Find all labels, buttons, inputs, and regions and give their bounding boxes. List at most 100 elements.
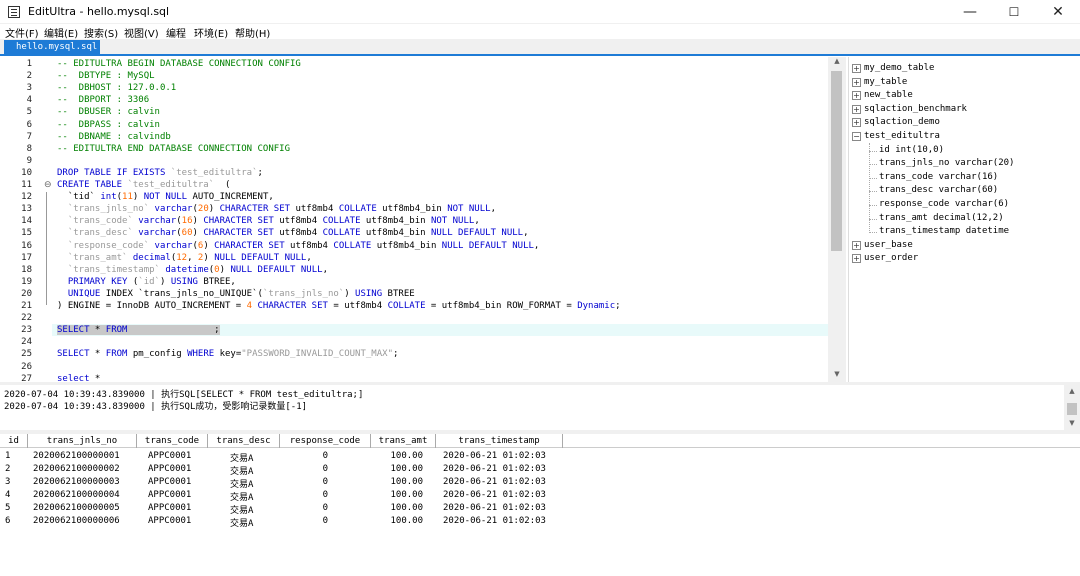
code-line[interactable]: `trans_amt` decimal(12, 2) NULL DEFAULT … <box>57 253 312 263</box>
code-editor[interactable]: 1 2 3 4 5 6 7 8 9 10 11 12 13 14 15 16 17 18 19 20 21 22 23 24 2… <box>0 57 846 382</box>
grid-cell[interactable]: 2 <box>5 464 10 474</box>
code-line[interactable]: `trans_timestamp` datetime(0) NULL DEFAU… <box>57 265 328 275</box>
fold-collapse-icon[interactable]: ⊖ <box>44 181 52 190</box>
grid-cell[interactable]: 2020-06-21 01:02:03 <box>443 451 546 461</box>
tree-column-item[interactable]: trans_jnls_no varchar(20) <box>879 158 1014 168</box>
tree-table-item[interactable]: new_table <box>864 90 913 100</box>
grid-cell[interactable]: 100.00 <box>371 477 423 487</box>
grid-cell[interactable]: APPC0001 <box>148 477 191 487</box>
grid-cell[interactable]: 100.00 <box>371 516 423 526</box>
grid-cell[interactable]: 2020062100000003 <box>33 477 120 487</box>
grid-cell[interactable]: 交易A <box>230 464 253 477</box>
grid-cell[interactable]: 100.00 <box>371 464 423 474</box>
grid-cell[interactable]: 2020062100000005 <box>33 503 120 513</box>
code-line[interactable]: -- DBTYPE : MySQL <box>57 71 155 81</box>
code-line[interactable]: select * <box>57 374 100 382</box>
menu-help[interactable]: 帮助(H) <box>235 25 270 40</box>
grid-cell[interactable]: 100.00 <box>371 503 423 513</box>
grid-cell[interactable]: 3 <box>5 477 10 487</box>
code-line[interactable]: DROP TABLE IF EXISTS `test_editultra`; <box>57 168 263 178</box>
menu-programming[interactable]: 编程 <box>166 25 186 40</box>
grid-cell[interactable]: 6 <box>5 516 10 526</box>
grid-cell[interactable]: 0 <box>280 490 328 500</box>
code-line[interactable]: `tid` int(11) NOT NULL AUTO_INCREMENT, <box>57 192 274 202</box>
tree-column-item[interactable]: trans_desc varchar(60) <box>879 185 998 195</box>
tree-column-item[interactable]: id int(10,0) <box>879 145 944 155</box>
grid-cell[interactable]: 0 <box>280 451 328 461</box>
grid-cell[interactable]: 0 <box>280 464 328 474</box>
scroll-up-arrow-icon[interactable]: ▲ <box>828 57 846 65</box>
grid-cell[interactable]: 2020-06-21 01:02:03 <box>443 464 546 474</box>
grid-column-header[interactable]: response_code <box>280 434 371 448</box>
code-line[interactable]: `trans_jnls_no` varchar(20) CHARACTER SE… <box>57 204 496 214</box>
grid-cell[interactable]: APPC0001 <box>148 490 191 500</box>
editor-scroll-thumb[interactable] <box>831 71 842 251</box>
minimize-button[interactable]: — <box>948 0 992 24</box>
editor-vertical-scrollbar[interactable]: ▲ ▼ <box>828 57 846 382</box>
grid-cell[interactable]: 2020062100000006 <box>33 516 120 526</box>
result-grid[interactable]: id trans_jnls_no trans_code trans_desc respo… <box>0 434 1080 576</box>
grid-cell[interactable]: 2020-06-21 01:02:03 <box>443 477 546 487</box>
tree-column-item[interactable]: trans_timestamp datetime <box>879 226 1009 236</box>
code-line[interactable]: CREATE TABLE `test_editultra` ( <box>57 180 230 190</box>
grid-cell[interactable]: 交易A <box>230 451 253 464</box>
code-line[interactable]: -- DBHOST : 127.0.0.1 <box>57 83 176 93</box>
tree-column-item[interactable]: trans_amt decimal(12,2) <box>879 213 1004 223</box>
grid-cell[interactable]: 交易A <box>230 516 253 529</box>
tree-table-item[interactable]: sqlaction_demo <box>864 117 940 127</box>
tree-table-item[interactable]: user_base <box>864 240 913 250</box>
scroll-up-arrow-icon[interactable]: ▲ <box>1064 387 1080 395</box>
log-vertical-scrollbar[interactable]: ▲ ▼ <box>1064 385 1080 430</box>
grid-cell[interactable]: 2020-06-21 01:02:03 <box>443 503 546 513</box>
tree-expand-icon[interactable]: + <box>852 64 861 73</box>
menu-view[interactable]: 视图(V) <box>124 25 159 40</box>
tab-hello-mysql-sql[interactable]: hello.mysql.sql <box>4 40 100 56</box>
tree-table-item[interactable]: my_demo_table <box>864 63 934 73</box>
tree-collapse-icon[interactable]: − <box>852 132 861 141</box>
code-line[interactable]: UNIQUE INDEX `trans_jnls_no_UNIQUE`(`tra… <box>57 289 415 299</box>
tree-table-item[interactable]: user_order <box>864 253 918 263</box>
code-line[interactable]: -- DBNAME : calvindb <box>57 132 171 142</box>
grid-column-header[interactable]: trans_timestamp <box>436 434 563 448</box>
grid-cell[interactable]: 交易A <box>230 503 253 516</box>
grid-cell[interactable]: APPC0001 <box>148 464 191 474</box>
close-button[interactable]: ✕ <box>1036 0 1080 24</box>
grid-cell[interactable]: 2020-06-21 01:02:03 <box>443 490 546 500</box>
grid-cell[interactable]: 2020062100000001 <box>33 451 120 461</box>
tree-column-item[interactable]: trans_code varchar(16) <box>879 172 998 182</box>
grid-cell[interactable]: 0 <box>280 503 328 513</box>
tree-expand-icon[interactable]: + <box>852 118 861 128</box>
grid-column-header[interactable]: trans_amt <box>371 434 436 448</box>
code-line[interactable]: `response_code` varchar(6) CHARACTER SET… <box>57 241 540 251</box>
grid-column-header[interactable]: trans_code <box>137 434 208 448</box>
menu-file[interactable]: 文件(F) <box>5 25 39 40</box>
code-line[interactable]: ) ENGINE = InnoDB AUTO_INCREMENT = 4 CHA… <box>57 301 621 311</box>
grid-column-header[interactable]: id <box>0 434 28 448</box>
grid-cell[interactable]: 2020062100000002 <box>33 464 120 474</box>
code-line[interactable]: -- EDITULTRA BEGIN DATABASE CONNECTION C… <box>57 59 301 69</box>
grid-cell[interactable]: 1 <box>5 451 10 461</box>
menu-environment[interactable]: 环境(E) <box>194 25 228 40</box>
code-line[interactable]: -- DBUSER : calvin <box>57 107 160 117</box>
tree-table-item[interactable]: sqlaction_benchmark <box>864 104 967 114</box>
tree-expand-icon[interactable]: + <box>852 104 861 114</box>
code-line[interactable]: SELECT * FROM ; <box>57 325 220 336</box>
code-line[interactable]: -- DBPORT : 3306 <box>57 95 149 105</box>
code-line[interactable]: PRIMARY KEY (`id`) USING BTREE, <box>57 277 236 287</box>
code-line[interactable]: `trans_code` varchar(16) CHARACTER SET u… <box>57 216 480 226</box>
grid-cell[interactable]: 交易A <box>230 490 253 503</box>
grid-cell[interactable]: 4 <box>5 490 10 500</box>
grid-cell[interactable]: 交易A <box>230 477 253 490</box>
tree-expand-icon[interactable]: + <box>852 254 861 264</box>
grid-cell[interactable]: 5 <box>5 503 10 513</box>
code-line[interactable]: `trans_desc` varchar(60) CHARACTER SET u… <box>57 228 529 238</box>
grid-cell[interactable]: 100.00 <box>371 451 423 461</box>
tree-expand-icon[interactable]: + <box>852 240 861 250</box>
tree-table-item[interactable]: test_editultra <box>864 131 940 141</box>
menu-edit[interactable]: 编辑(E) <box>44 25 78 40</box>
code-line[interactable]: -- EDITULTRA END DATABASE CONNECTION CON… <box>57 144 290 154</box>
grid-cell[interactable]: 100.00 <box>371 490 423 500</box>
scroll-down-arrow-icon[interactable]: ▼ <box>828 370 846 378</box>
tree-expand-icon[interactable]: + <box>852 91 861 101</box>
grid-cell[interactable]: APPC0001 <box>148 503 191 513</box>
